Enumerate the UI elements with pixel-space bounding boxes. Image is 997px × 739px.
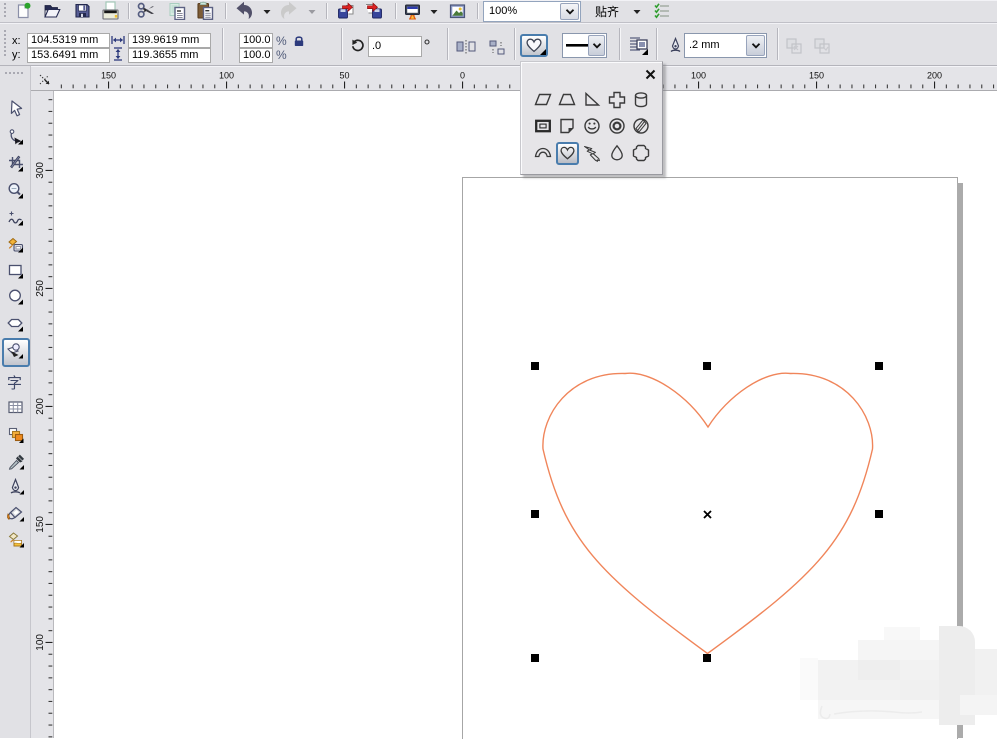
svg-text:50: 50 (339, 71, 349, 81)
svg-text:0: 0 (460, 71, 465, 81)
svg-text:200: 200 (927, 71, 942, 81)
svg-text:300: 300 (35, 162, 46, 179)
svg-text:200: 200 (35, 398, 46, 415)
svg-text:250: 250 (35, 280, 46, 297)
svg-text:100: 100 (35, 634, 46, 651)
svg-text:150: 150 (809, 71, 824, 81)
svg-text:100: 100 (691, 71, 706, 81)
svg-text:100: 100 (219, 71, 234, 81)
svg-text:150: 150 (101, 71, 116, 81)
svg-text:150: 150 (35, 516, 46, 533)
